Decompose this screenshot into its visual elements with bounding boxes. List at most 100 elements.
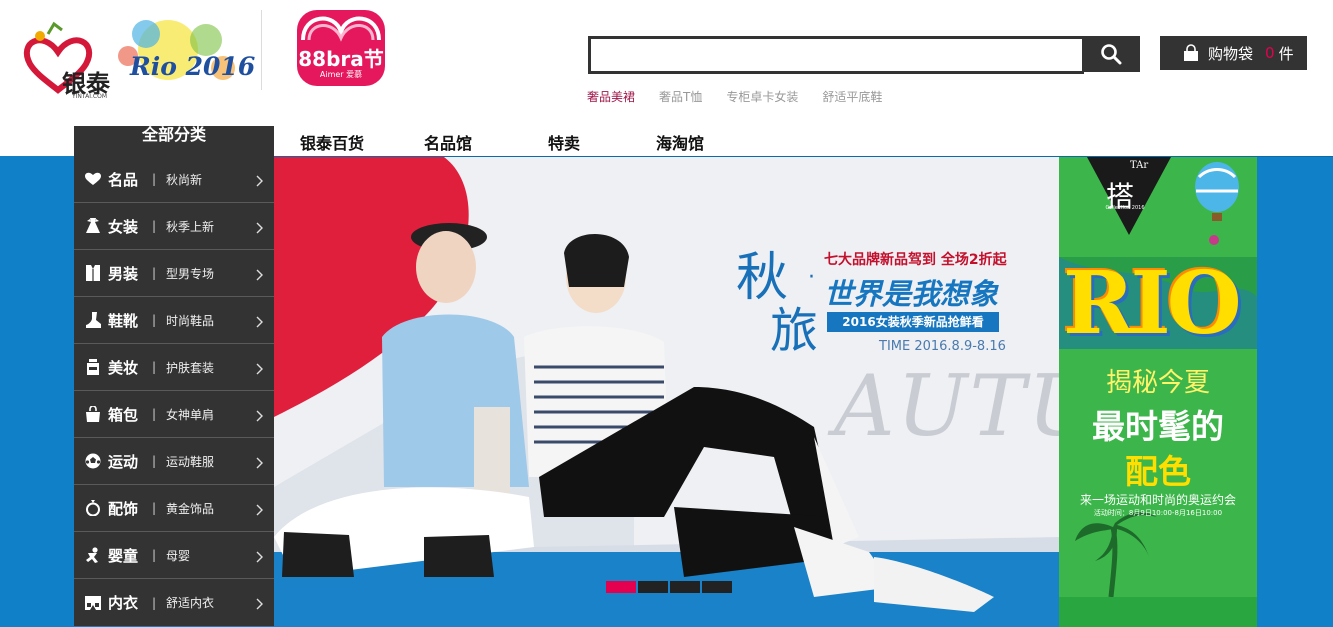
category-separator: |	[152, 548, 157, 562]
yintai-logo[interactable]: 银泰 YINTAI.COM Rio 2016	[18, 12, 255, 104]
chevron-right-icon	[256, 219, 264, 238]
shopping-bag-icon	[1182, 44, 1200, 62]
category-separator: |	[152, 360, 157, 374]
hot-search-keywords: 奢品美裙 奢品T恤 专柜卓卡女装 舒适平底鞋	[587, 88, 882, 105]
search-box	[588, 36, 1084, 74]
chevron-right-icon	[256, 454, 264, 473]
cart-unit: 件	[1278, 44, 1294, 63]
category-separator: |	[152, 501, 157, 515]
category-sub: 舒适内衣	[166, 596, 215, 610]
nav-item-brand-hall[interactable]: 名品馆	[424, 130, 472, 154]
category-sub: 护肤套装	[166, 360, 215, 375]
carousel-dot[interactable]	[702, 581, 732, 593]
category-name: 箱包	[108, 405, 139, 424]
banner-promo-pill: 2016女装秋季新品抢鲜看	[827, 312, 999, 332]
side-ad-collection: Collection 2016	[1105, 205, 1145, 211]
banner-watermark-text: AUTU	[834, 357, 1059, 455]
all-categories-title[interactable]: 全部分类	[74, 126, 274, 156]
chevron-right-icon	[256, 266, 264, 285]
category-item-beauty[interactable]: 美妆 | 护肤套装	[74, 344, 274, 391]
side-ad-line3: 配色	[1125, 452, 1191, 491]
carousel-dot[interactable]	[638, 581, 668, 593]
banner-headline: 七大品牌新品驾到 全场2折起	[824, 252, 1007, 268]
side-ad-line2: 最时髦的	[1092, 407, 1224, 446]
category-item-mens[interactable]: 男装 | 型男专场	[74, 250, 274, 297]
soccer-ball-icon	[84, 452, 102, 470]
shopping-bag-button[interactable]: 购物袋 0 件	[1160, 36, 1307, 70]
category-sub: 秋尚新	[166, 172, 203, 187]
category-sub: 母婴	[166, 548, 191, 563]
logo-divider	[261, 10, 262, 90]
hot-keyword-link[interactable]: 舒适平底鞋	[822, 88, 882, 105]
category-separator: |	[152, 313, 157, 327]
category-separator: |	[152, 219, 157, 233]
aimer-brand-text: Aimer 爱慕	[319, 70, 363, 79]
category-separator: |	[152, 454, 157, 468]
chevron-right-icon	[256, 407, 264, 426]
category-item-shoes[interactable]: 鞋靴 | 时尚鞋品	[74, 297, 274, 344]
88bra-festival-logo[interactable]: 88bra节 Aimer 爱慕	[295, 8, 387, 88]
carousel-dot[interactable]	[606, 581, 636, 593]
side-ad-rio: RIO	[1063, 253, 1242, 354]
banner-travel-char: 旅	[770, 303, 819, 359]
hot-keyword-link[interactable]: 奢品美裙	[587, 88, 635, 105]
banner-dot: ·	[808, 265, 815, 290]
nav-item-yintai-department-store[interactable]: 银泰百货	[300, 130, 364, 154]
nav-item-flash-sale[interactable]: 特卖	[548, 130, 580, 154]
category-separator: |	[152, 595, 157, 610]
category-item-kids[interactable]: 婴童 | 母婴	[74, 532, 274, 579]
cosmetic-bottle-icon	[84, 358, 102, 376]
category-separator: |	[152, 266, 157, 280]
88bra-logo-text: 88bra节	[298, 47, 384, 71]
category-item-brands[interactable]: 名品 | 秋尚新	[74, 156, 274, 203]
category-sub: 时尚鞋品	[166, 313, 215, 328]
category-name: 男装	[108, 264, 139, 283]
category-name: 鞋靴	[108, 311, 139, 330]
side-ad-tar: TAr	[1130, 160, 1149, 171]
category-separator: |	[152, 172, 157, 186]
category-sub: 女神单肩	[166, 407, 215, 422]
category-menu: 名品 | 秋尚新 女装 | 秋季上新 男装 | 型男专场 鞋靴 | 时尚鞋品 美…	[74, 156, 274, 626]
category-separator: |	[152, 407, 157, 421]
chevron-right-icon	[256, 360, 264, 379]
category-item-womens[interactable]: 女装 | 秋季上新	[74, 203, 274, 250]
chevron-right-icon	[256, 501, 264, 520]
cart-count: 0	[1265, 44, 1275, 62]
side-ad-line4: 来一场运动和时尚的奥运约会	[1079, 493, 1236, 507]
heart-icon	[84, 170, 102, 188]
right-edge-background	[1257, 157, 1333, 627]
nav-item-overseas-hall[interactable]: 海淘馆	[656, 130, 704, 154]
category-name: 女装	[108, 217, 139, 236]
chevron-right-icon	[256, 595, 264, 614]
rio-2016-logo-text: Rio 2016	[130, 52, 256, 81]
category-name: 配饰	[108, 499, 139, 518]
hero-banner[interactable]: AUTU 秋 · 旅 七大品牌新品驾到 全场2折起 世界是我想象 2016女装秋…	[274, 157, 1059, 627]
chevron-right-icon	[256, 313, 264, 332]
category-name: 内衣	[108, 594, 139, 612]
baby-icon	[84, 546, 102, 564]
category-sub: 运动鞋服	[166, 454, 215, 469]
bag-icon	[84, 405, 102, 423]
search-input[interactable]	[591, 39, 1084, 71]
category-item-sports[interactable]: 运动 | 运动鞋服	[74, 438, 274, 485]
ring-icon	[84, 499, 102, 517]
category-item-bags[interactable]: 箱包 | 女神单肩	[74, 391, 274, 438]
shirt-icon	[84, 264, 102, 282]
search-icon	[1100, 43, 1122, 65]
chevron-right-icon	[256, 548, 264, 567]
category-item-underwear[interactable]: 内衣 | 舒适内衣	[74, 579, 274, 626]
carousel-dot[interactable]	[670, 581, 700, 593]
banner-time: TIME 2016.8.9-8.16	[879, 339, 1006, 354]
boot-icon	[84, 311, 102, 329]
side-ad-line5: 活动时间：8月9日10:00-8月16日10:00	[1093, 509, 1223, 517]
side-promo-ad[interactable]: 搭 TAr Collection 2016 RIO 揭秘今夏 最时髦的 配色 来…	[1059, 157, 1257, 627]
search-button[interactable]	[1082, 36, 1140, 72]
hot-keyword-link[interactable]: 专柜卓卡女装	[726, 88, 798, 105]
hot-keyword-link[interactable]: 奢品T恤	[659, 88, 702, 105]
dress-icon	[84, 217, 102, 235]
category-sub: 型男专场	[166, 266, 215, 281]
category-sub: 黄金饰品	[166, 501, 215, 516]
category-name: 名品	[108, 170, 139, 189]
category-item-accessories[interactable]: 配饰 | 黄金饰品	[74, 485, 274, 532]
side-ad-line1: 揭秘今夏	[1105, 368, 1210, 398]
